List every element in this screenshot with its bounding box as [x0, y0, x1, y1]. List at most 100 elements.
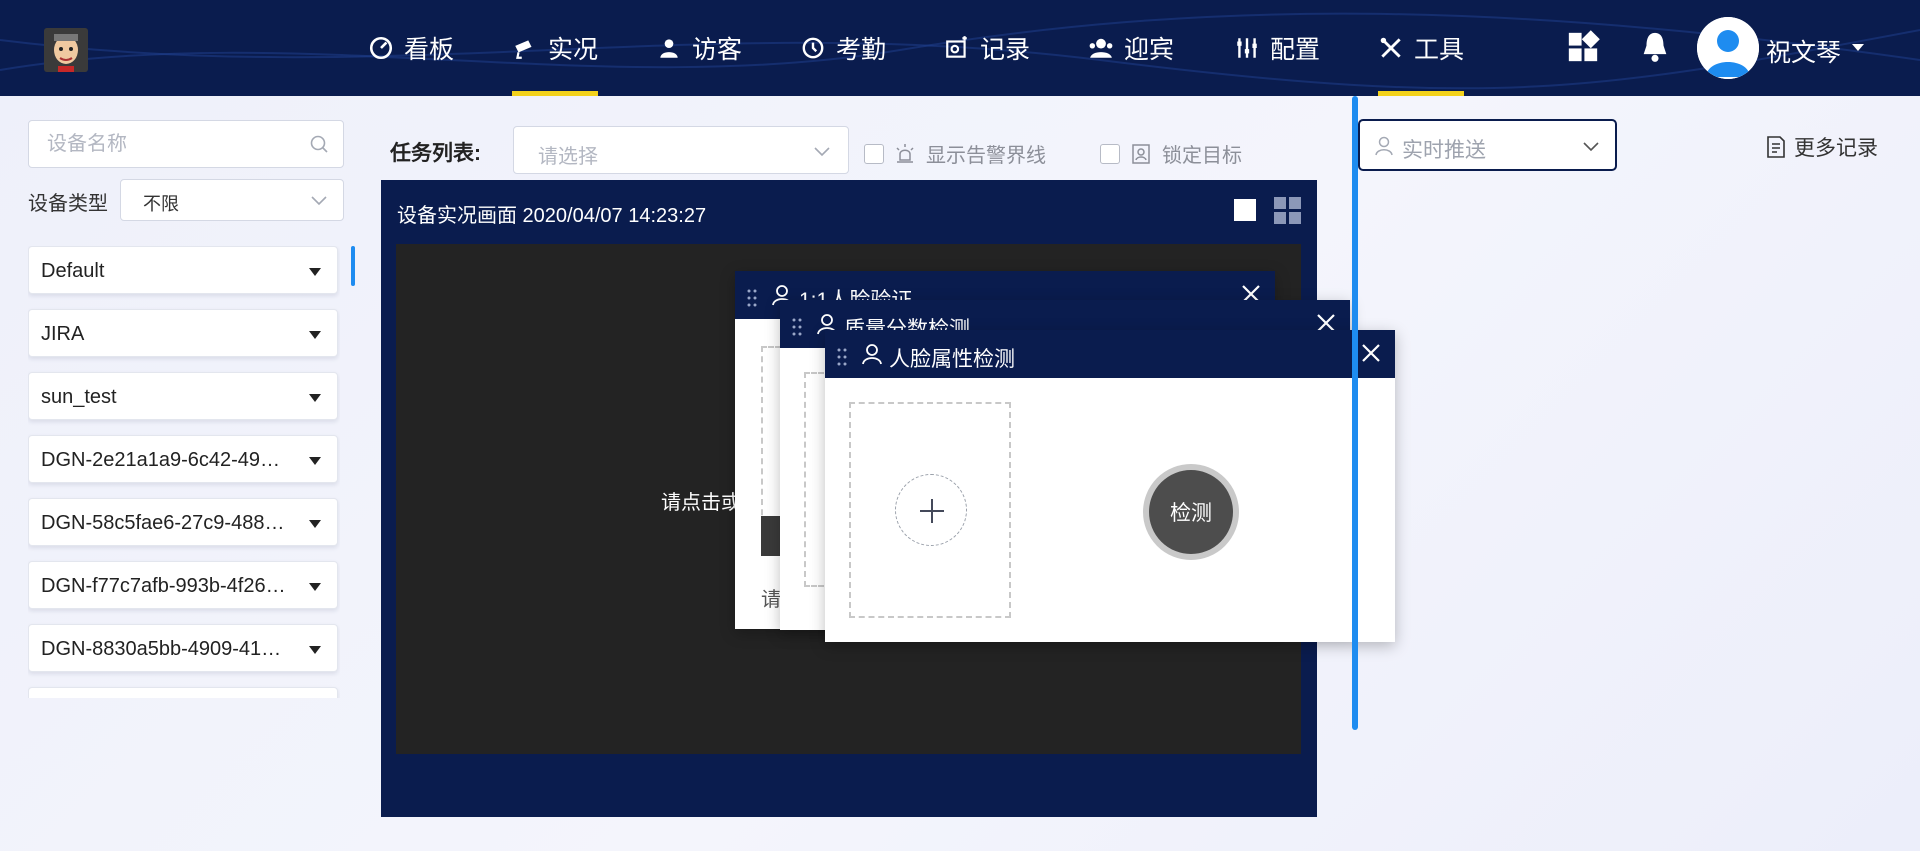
nav-config-label: 配置 — [1270, 36, 1321, 64]
device-item-label: sun_test — [41, 386, 117, 408]
document-icon — [1767, 136, 1785, 158]
device-item-label: DGN-8830a5bb-4909-41… — [41, 638, 282, 660]
user-icon — [1375, 136, 1393, 156]
chevron-down-icon — [1583, 142, 1599, 152]
drag-handle-icon[interactable] — [792, 318, 802, 336]
image-upload-box[interactable] — [849, 402, 1011, 618]
nav-live[interactable]: 实况 — [512, 0, 599, 96]
app-logo[interactable] — [44, 28, 88, 72]
nav-welcome[interactable]: 迎宾 — [1088, 0, 1174, 96]
tools-icon — [1380, 37, 1401, 58]
nav-records-label: 记录 — [980, 36, 1031, 64]
lock-target-label: 锁定目标 — [1162, 145, 1242, 167]
caret-down-icon — [309, 268, 321, 276]
device-item-label: JIRA — [41, 323, 85, 345]
device-item[interactable]: DGN-8830a5bb-4909-41… — [28, 624, 338, 672]
device-type-label: 设备类型 — [28, 193, 108, 215]
lock-target-toggle[interactable]: 锁定目标 — [1100, 139, 1242, 168]
quality-score-upload-box[interactable] — [804, 372, 824, 587]
user-menu-caret-icon[interactable] — [1850, 42, 1866, 54]
nav-welcome-label: 迎宾 — [1124, 36, 1175, 64]
nav-config[interactable]: 配置 — [1234, 0, 1320, 96]
top-navigation-bar: 看板 实况 访客 考勤 记录 迎宾 配置 工具 祝文琴 — [0, 0, 1920, 96]
user-avatar[interactable] — [1697, 17, 1759, 79]
nav-attendance[interactable]: 考勤 — [800, 0, 886, 96]
alarm-light-icon — [896, 143, 914, 163]
face-attribute-dialog-title: 人脸属性检测 — [889, 348, 1015, 371]
more-records-link[interactable]: 更多记录 — [1766, 132, 1878, 162]
video-hint-text: 请点击或 — [661, 492, 741, 514]
device-list: Default JIRA sun_test DGN-2e21a1a9-6c42-… — [28, 246, 340, 698]
device-list-scrollbar[interactable] — [351, 246, 355, 286]
device-item-label: Default — [41, 260, 105, 282]
device-search[interactable] — [28, 120, 344, 168]
target-portrait-icon — [1132, 143, 1150, 164]
caret-down-icon — [309, 583, 321, 591]
show-alert-line-label: 显示告警界线 — [926, 145, 1046, 167]
show-alert-line-toggle[interactable]: 显示告警界线 — [864, 139, 1046, 168]
face-verify-hint: 请 — [761, 589, 781, 611]
apps-icon[interactable] — [1566, 30, 1600, 64]
task-list-label: 任务列表: — [390, 142, 481, 165]
user-name[interactable]: 祝文琴 — [1766, 33, 1841, 69]
realtime-push-select[interactable]: 实时推送 — [1358, 119, 1617, 171]
attendance-icon — [802, 37, 824, 59]
nav-dashboard-label: 看板 — [404, 36, 455, 64]
device-item[interactable]: Default — [28, 246, 338, 294]
face-attribute-body: 检测 — [825, 378, 1395, 642]
caret-down-icon — [309, 646, 321, 654]
device-item-label: DGN-2e21a1a9-6c42-49… — [41, 449, 281, 471]
camera-icon — [515, 40, 532, 59]
device-item[interactable]: JIRA — [28, 309, 338, 357]
face-photo-thumbnail — [761, 516, 781, 556]
right-panel-accent-bar — [1352, 96, 1358, 730]
device-search-input[interactable] — [47, 121, 307, 167]
device-item[interactable]: DGN-f77c7afb-993b-4f26… — [28, 561, 338, 609]
record-icon — [946, 36, 967, 58]
video-title: 设备实况画面 2020/04/07 14:23:27 — [397, 205, 707, 227]
nav-records[interactable]: 记录 — [944, 0, 1030, 96]
chevron-down-icon — [814, 147, 830, 157]
chevron-down-icon — [311, 196, 327, 206]
device-type-value: 不限 — [143, 194, 179, 214]
face-attribute-dialog-header[interactable]: 人脸属性检测 — [825, 330, 1395, 378]
device-type-select[interactable]: 不限 — [120, 179, 344, 221]
nav-live-label: 实况 — [548, 36, 599, 64]
nav-visitor-label: 访客 — [692, 36, 743, 64]
bell-icon[interactable] — [1638, 30, 1672, 64]
nav-tools-label: 工具 — [1414, 36, 1465, 64]
caret-down-icon — [309, 520, 321, 528]
caret-down-icon — [309, 331, 321, 339]
single-view-icon[interactable] — [1234, 199, 1256, 221]
device-item-label: DGN-f77c7afb-993b-4f26… — [41, 575, 286, 597]
more-records-label: 更多记录 — [1794, 137, 1878, 160]
device-item[interactable]: DGN-2e21a1a9-6c42-49… — [28, 435, 338, 483]
close-icon[interactable] — [1359, 341, 1383, 365]
device-item-label: DGN-58c5fae6-27c9-488… — [41, 512, 285, 534]
nav-tools[interactable]: 工具 — [1378, 0, 1465, 96]
add-image-button[interactable] — [895, 474, 967, 546]
device-item[interactable]: DGN-58c5fae6-27c9-488… — [28, 498, 338, 546]
caret-down-icon — [309, 457, 321, 465]
search-icon[interactable] — [309, 134, 329, 154]
nav-attendance-label: 考勤 — [836, 36, 887, 64]
caret-down-icon — [309, 394, 321, 402]
face-attribute-dialog: 人脸属性检测 检测 — [825, 330, 1395, 642]
welcome-icon — [1089, 38, 1113, 58]
detect-button[interactable]: 检测 — [1143, 464, 1239, 560]
device-item[interactable]: sun_test — [28, 372, 338, 420]
task-list-placeholder: 请选择 — [538, 146, 598, 168]
show-alert-line-checkbox[interactable] — [864, 143, 884, 164]
grid-view-icon[interactable] — [1274, 197, 1302, 225]
device-item-partial[interactable] — [28, 687, 338, 698]
task-list-select[interactable]: 请选择 — [513, 126, 849, 174]
user-icon — [862, 344, 882, 365]
drag-handle-icon[interactable] — [747, 289, 757, 307]
nav-dashboard[interactable]: 看板 — [368, 0, 454, 96]
nav-visitor[interactable]: 访客 — [656, 0, 742, 96]
dashboard-icon — [369, 36, 393, 60]
plus-icon — [920, 499, 944, 523]
drag-handle-icon[interactable] — [837, 348, 847, 366]
config-icon — [1237, 38, 1257, 58]
lock-target-checkbox[interactable] — [1100, 143, 1120, 164]
